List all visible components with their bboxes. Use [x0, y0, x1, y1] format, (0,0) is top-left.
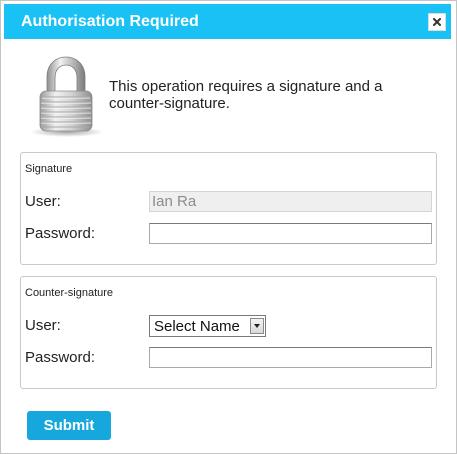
signature-password-field[interactable]: [149, 223, 432, 244]
counter-signature-user-label: User:: [25, 317, 61, 334]
padlock-icon: [30, 56, 104, 137]
counter-signature-fieldset: Counter-signature User: Select Name Pass…: [20, 276, 437, 389]
signature-legend: Signature: [25, 163, 73, 175]
signature-user-field: [149, 191, 432, 212]
submit-button[interactable]: Submit: [27, 411, 111, 440]
counter-signature-password-label: Password:: [25, 349, 96, 366]
close-button[interactable]: [428, 13, 446, 31]
signature-password-label: Password:: [25, 225, 96, 242]
dialog-titlebar: Authorisation Required: [4, 4, 451, 39]
counter-signature-legend: Counter-signature: [25, 287, 114, 299]
chevron-down-icon: [254, 324, 260, 328]
signature-user-label: User:: [25, 193, 61, 210]
signature-fieldset: Signature User: Password:: [20, 152, 437, 265]
dialog-title: Authorisation Required: [21, 13, 199, 30]
select-value: Select Name: [154, 318, 240, 335]
counter-signature-password-field[interactable]: [149, 347, 432, 368]
close-icon: [433, 18, 441, 26]
counter-signature-user-select[interactable]: Select Name: [149, 315, 266, 337]
dialog-message: This operation requires a signature and …: [109, 78, 383, 112]
select-dropdown-button[interactable]: [250, 318, 264, 334]
authorisation-dialog: Authorisation Required This operation re…: [0, 0, 457, 454]
